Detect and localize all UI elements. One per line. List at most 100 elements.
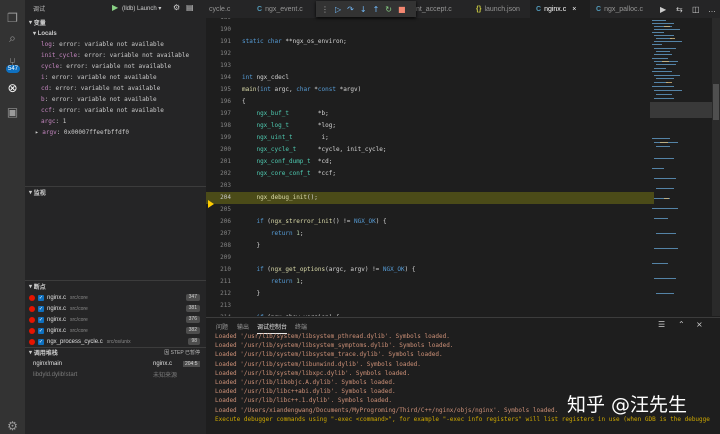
code-line: 199 ngx_uint_t i;	[206, 132, 654, 144]
line-number: 197	[220, 110, 231, 117]
breakpoint-line: 376	[185, 316, 200, 323]
breakpoint-line: 98	[188, 338, 200, 345]
settings-gear-icon[interactable]: ⚙	[173, 3, 180, 12]
continue-icon[interactable]: ▷	[335, 5, 341, 14]
tab-ngx-event[interactable]: Cngx_event.c	[252, 0, 320, 18]
breakpoint-item[interactable]: ✓ nginx.c src/core 347	[25, 292, 206, 303]
breakpoint-item[interactable]: ✓ nginx.c src/core 376	[25, 314, 206, 325]
files-icon[interactable]: ❐	[5, 10, 20, 25]
tab-problems[interactable]: 问题	[216, 322, 228, 331]
variable-row[interactable]: init_cycle: error: variable not availabl…	[41, 50, 189, 61]
tab-nginx-c[interactable]: Cnginx.c ×	[530, 0, 590, 18]
gear-icon[interactable]: ⚙	[5, 418, 20, 433]
maximize-icon[interactable]: ⌃	[678, 320, 685, 329]
line-number: 192	[220, 50, 231, 57]
json-file-icon: {}	[476, 5, 482, 13]
debug-console-icon[interactable]: ▤	[186, 3, 194, 12]
variable-row[interactable]: log: error: variable not available	[41, 39, 164, 50]
breakpoints-header-label: 断点	[33, 285, 46, 291]
breakpoint-dot-icon	[29, 294, 35, 301]
stop-icon[interactable]: ■	[398, 5, 406, 14]
breakpoints-header[interactable]: ▾ 断点	[25, 281, 206, 292]
frame-file: nginx.c	[153, 360, 173, 367]
watch-header[interactable]: ▾ 监视	[25, 187, 206, 198]
breakpoint-item[interactable]: ✓ nginx.c src/core 382	[25, 325, 206, 336]
breakpoint-checkbox[interactable]: ✓	[38, 338, 44, 345]
variable-row[interactable]: i: error: variable not available	[41, 72, 157, 83]
variable-value: error: variable not available	[59, 107, 164, 114]
clear-console-icon[interactable]: ☰	[658, 320, 665, 329]
compare-icon[interactable]: ⇆	[676, 0, 683, 18]
variable-value: error: variable not available	[66, 63, 172, 70]
watermark: 知乎 @汪先生	[567, 394, 688, 416]
breakpoint-dir: src/core	[70, 327, 88, 334]
tab-ngx-event-accept[interactable]: nt_accept.c	[414, 0, 472, 18]
callstack-frame[interactable]: nginx!main nginx.c 204:5	[25, 358, 206, 369]
line-number: 214	[206, 312, 231, 316]
callstack-frame[interactable]: libdyld.dylib!start 未知来源	[25, 369, 206, 380]
code-text: ngx_buf_t *b;	[256, 110, 329, 117]
code-line: 201 ngx_conf_dump_t *cd;	[206, 156, 654, 168]
chevron-down-icon: ▾	[158, 6, 162, 12]
minimap[interactable]	[650, 18, 712, 316]
breakpoint-item[interactable]: ✓ nginx.c src/core 381	[25, 303, 206, 314]
restart-icon[interactable]: ↻	[385, 5, 392, 14]
run-icon[interactable]: ▶	[660, 0, 666, 18]
start-debug-icon[interactable]: ▶	[112, 3, 118, 12]
code-text: return 1;	[270, 278, 304, 285]
c-file-icon: C	[257, 5, 263, 13]
split-editor-icon[interactable]: ◫	[692, 0, 700, 18]
variable-row[interactable]: argc: 1	[41, 116, 66, 127]
locals-header[interactable]: ▾ Locals	[25, 28, 206, 39]
breakpoint-checkbox[interactable]: ✓	[38, 294, 44, 301]
search-icon[interactable]: ⌕	[5, 31, 20, 46]
step-out-icon[interactable]: ↑	[373, 5, 380, 14]
tab-terminal[interactable]: 终端	[295, 322, 307, 331]
variable-value: error: variable not available	[84, 52, 190, 59]
code-line: 211 return 1;	[206, 276, 654, 288]
line-number: 209	[220, 254, 231, 261]
current-line-arrow-icon	[208, 200, 214, 208]
close-panel-icon[interactable]: ×	[696, 320, 703, 329]
breakpoint-dot-icon	[29, 338, 35, 345]
console-line: Loaded '/usr/lib/system/libsystem_trace.…	[215, 351, 443, 359]
code-line: 210 if (ngx_get_options(argc, argv) != N…	[206, 264, 654, 276]
more-icon[interactable]: …	[708, 0, 716, 18]
close-icon[interactable]: ×	[572, 6, 576, 13]
breakpoint-checkbox[interactable]: ✓	[38, 327, 44, 334]
code-text: {	[242, 98, 246, 105]
variable-row[interactable]: cycle: error: variable not available	[41, 61, 171, 72]
variable-row[interactable]: ▸ argv: 0x00007ffeefbffdf0	[35, 127, 129, 138]
variable-row[interactable]: cd: error: variable not available	[41, 83, 160, 94]
step-into-icon[interactable]: ↓	[360, 5, 367, 14]
tab-cycle[interactable]: cycle.c	[206, 0, 252, 18]
line-number: 201	[220, 158, 231, 165]
line-number: 196	[220, 98, 231, 105]
variable-row[interactable]: b: error: variable not available	[41, 94, 157, 105]
code-line: 195 main(int argc, char *const *argv)	[206, 84, 654, 96]
tab-ngx-palloc[interactable]: Cngx_palloc.c	[590, 0, 650, 18]
variable-value: error: variable not available	[51, 74, 157, 81]
breakpoint-checkbox[interactable]: ✓	[38, 316, 44, 323]
code-text: ngx_cycle_t *cycle, init_cycle;	[256, 146, 387, 153]
code-line: 212 }	[206, 288, 654, 300]
breakpoint-checkbox[interactable]: ✓	[38, 305, 44, 312]
tab-output[interactable]: 输出	[237, 322, 249, 331]
drag-handle-icon[interactable]: ⋮	[321, 5, 329, 14]
extensions-icon[interactable]: ▣	[5, 104, 20, 119]
code-editor[interactable]: 189190191static char **ngx_os_environ;19…	[206, 18, 720, 316]
breakpoint-dot-icon	[29, 305, 35, 312]
callstack-status: 因 STEP 已暂停	[164, 350, 200, 356]
breakpoint-line: 381	[185, 305, 200, 312]
launch-config-select[interactable]: (lldb) Launch ▾	[122, 5, 161, 12]
step-over-icon[interactable]: ↷	[347, 5, 354, 14]
debug-icon[interactable]: ⊗	[5, 80, 20, 95]
breakpoint-item[interactable]: ✓ ngx_process_cycle.c src/os/unix 98	[25, 336, 206, 347]
scrollbar-thumb[interactable]	[713, 84, 719, 120]
callstack-header[interactable]: ▾ 调用堆栈 因 STEP 已暂停	[25, 347, 206, 358]
variable-row[interactable]: ccf: error: variable not available	[41, 105, 164, 116]
variable-name: cd	[41, 85, 49, 92]
tab-launch-json[interactable]: {} launch.json	[472, 0, 530, 18]
editor-scrollbar[interactable]	[712, 18, 720, 316]
variables-header[interactable]: ▾ 变量	[25, 17, 206, 28]
